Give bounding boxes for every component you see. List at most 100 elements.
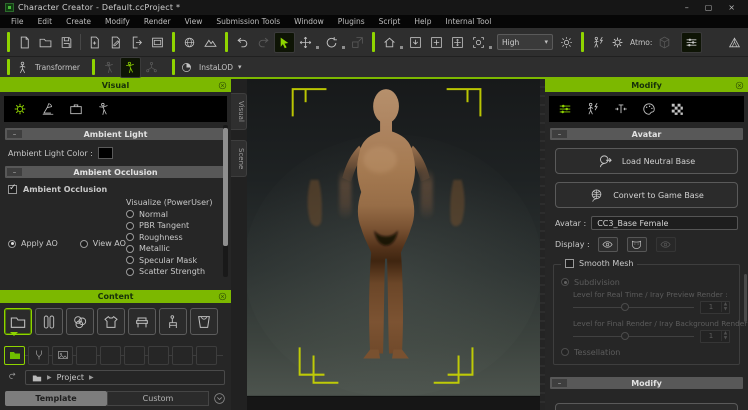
smooth-mesh-checkbox[interactable] (565, 259, 574, 268)
display-mask-button[interactable] (627, 237, 647, 252)
export-button[interactable] (126, 32, 147, 53)
modify-panel-scrollbar[interactable] (744, 274, 747, 322)
category-folder[interactable] (4, 308, 32, 335)
category-cloth[interactable] (97, 308, 125, 335)
hierarchy-button[interactable] (141, 57, 162, 78)
render-settings-button[interactable] (681, 32, 702, 53)
ambient-occlusion-checkbox[interactable] (8, 185, 17, 194)
category-actor[interactable] (35, 308, 63, 335)
visual-panel-scrollbar[interactable] (223, 125, 228, 277)
rotate-tool-button[interactable] (321, 32, 342, 53)
close-icon[interactable] (218, 81, 228, 91)
tab-pose[interactable] (92, 99, 116, 120)
visual-panel-header[interactable]: Visual (0, 79, 231, 92)
terrain-button[interactable] (200, 32, 221, 53)
new-project-button[interactable] (14, 32, 35, 53)
instalod-button[interactable]: InstaLOD ▾ (179, 57, 242, 78)
expand-chevron-icon[interactable] (213, 392, 226, 405)
undo-button[interactable] (232, 32, 253, 53)
modify-panel-header[interactable]: Modify (545, 79, 748, 92)
home-view-button[interactable] (379, 32, 400, 53)
close-icon[interactable] (218, 292, 228, 302)
tab-project-case[interactable] (64, 99, 88, 120)
close-icon[interactable] (735, 81, 745, 91)
maximize-button[interactable]: ▢ (705, 3, 713, 12)
viz-option-roughness[interactable]: Roughness (126, 233, 223, 242)
load-neutral-base-button[interactable]: Load Neutral Base (555, 148, 738, 174)
avatar-section-header[interactable]: – Avatar (550, 128, 743, 140)
menu-create[interactable]: Create (59, 17, 98, 26)
ambient-occlusion-section-header[interactable]: – Ambient Occlusion (5, 166, 226, 178)
menu-help[interactable]: Help (407, 17, 438, 26)
pose-offset-button[interactable]: Pose Offset (555, 403, 738, 410)
menu-modify[interactable]: Modify (98, 17, 137, 26)
collapse-icon[interactable]: – (7, 130, 22, 138)
collapse-icon[interactable]: – (552, 379, 567, 387)
edit-document-button[interactable] (105, 32, 126, 53)
content-panel-header[interactable]: Content (0, 290, 231, 303)
collapse-icon[interactable]: – (552, 130, 567, 138)
breadcrumb-project[interactable]: Project (57, 373, 84, 382)
transformer-button[interactable]: Transformer (14, 57, 82, 78)
tab-appearance[interactable] (637, 99, 661, 120)
menu-plugins[interactable]: Plugins (331, 17, 372, 26)
filter-hair-pin[interactable] (28, 346, 49, 365)
render-quality-dropdown[interactable]: High ▾ (497, 34, 553, 50)
fit-view-button[interactable] (447, 32, 468, 53)
tab-light[interactable] (36, 99, 60, 120)
display-extra-button[interactable] (656, 237, 676, 252)
avatar-name-field[interactable]: CC3_Base Female (591, 216, 738, 230)
edit-mesh-button[interactable] (724, 32, 745, 53)
dock-tab-scene[interactable]: Scene (231, 140, 247, 177)
character-download-button[interactable] (179, 32, 200, 53)
tab-render-settings[interactable] (8, 99, 32, 120)
viz-option-scatter-strength[interactable]: Scatter Strength (126, 267, 223, 276)
menu-internal-tool[interactable]: Internal Tool (438, 17, 498, 26)
menu-window[interactable]: Window (287, 17, 331, 26)
ambient-light-section-header[interactable]: – Ambient Light (5, 128, 226, 140)
breadcrumb[interactable]: ▶ Project ▶ (25, 370, 225, 385)
category-accessory[interactable] (159, 308, 187, 335)
animated-character-button[interactable] (588, 32, 609, 53)
tab-template[interactable]: Template (5, 391, 107, 406)
view-ao-option[interactable]: View AO (80, 239, 126, 248)
ambient-light-color-swatch[interactable] (98, 147, 113, 159)
media-library-button[interactable] (147, 32, 168, 53)
home-view-options-dot[interactable] (400, 46, 403, 49)
tab-custom[interactable]: Custom (107, 391, 209, 406)
camera-frame-button[interactable] (468, 32, 489, 53)
filter-image[interactable] (52, 346, 73, 365)
menu-submission-tools[interactable]: Submission Tools (209, 17, 287, 26)
view-ao-radio[interactable] (80, 240, 88, 248)
menu-script[interactable]: Script (372, 17, 408, 26)
3d-viewport[interactable] (247, 79, 540, 410)
import-document-button[interactable] (84, 32, 105, 53)
menu-file[interactable]: File (4, 17, 31, 26)
tab-morph[interactable] (609, 99, 633, 120)
category-stage[interactable] (190, 308, 218, 335)
breadcrumb-back-button[interactable] (6, 371, 20, 385)
tab-animated-character[interactable] (581, 99, 605, 120)
rotate-tool-options-dot[interactable] (342, 46, 345, 49)
collapse-icon[interactable]: – (7, 168, 22, 176)
tab-attribute-sliders[interactable] (553, 99, 577, 120)
menu-view[interactable]: View (178, 17, 210, 26)
menu-render[interactable]: Render (137, 17, 178, 26)
select-tool-button[interactable] (274, 32, 295, 53)
open-project-button[interactable] (35, 32, 56, 53)
pose-a-button[interactable] (99, 57, 120, 78)
viz-option-pbr-tangent[interactable]: PBR Tangent (126, 221, 223, 230)
modify-section-header[interactable]: – Modify (550, 377, 743, 389)
minimize-button[interactable]: – (685, 3, 689, 12)
import-content-button[interactable] (405, 32, 426, 53)
pose-b-button[interactable] (120, 57, 141, 78)
display-eye-button[interactable] (598, 237, 618, 252)
preview-lighting-button[interactable] (556, 32, 577, 53)
convert-to-game-base-button[interactable]: Convert to Game Base (555, 182, 738, 208)
add-content-button[interactable] (426, 32, 447, 53)
viz-option-specular-mask[interactable]: Specular Mask (126, 256, 223, 265)
tab-texture[interactable] (665, 99, 689, 120)
lod-button[interactable] (654, 32, 675, 53)
move-tool-options-dot[interactable] (316, 46, 319, 49)
category-material[interactable] (66, 308, 94, 335)
